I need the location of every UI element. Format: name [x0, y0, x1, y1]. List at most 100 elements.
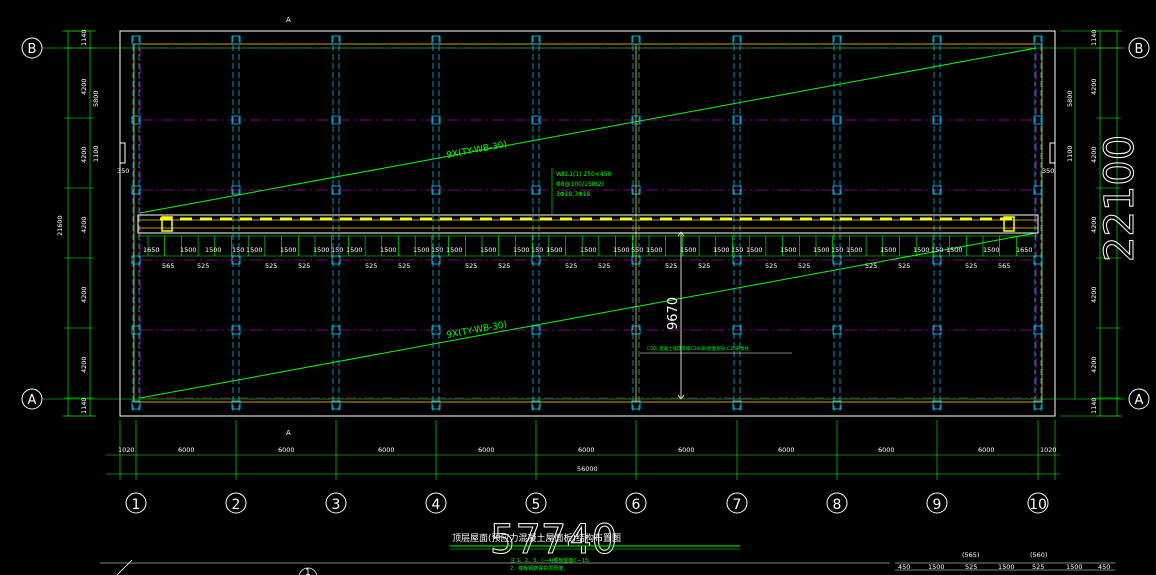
strip-dim: 1500 [446, 246, 463, 254]
strip-dim: 150 [431, 246, 443, 254]
detail-dim: 525 [1032, 563, 1044, 571]
left-inner-dim: 350 [117, 167, 129, 175]
strip-small-dim: 525 [665, 262, 677, 270]
left-dim: 4200 [80, 78, 88, 95]
right-dim: 4200 [1090, 146, 1098, 163]
bay-dim: 6000 [278, 446, 295, 454]
right-dim: 4200 [1090, 78, 1098, 95]
bottom-dims: 1020 6000 6000 6000 6000 6000 6000 6000 … [118, 446, 1057, 473]
left-dim: 1140 [80, 397, 88, 414]
total-width: 56000 [577, 465, 598, 473]
bay-dim: 6000 [978, 446, 995, 454]
left-inner-dim: 5800 [92, 90, 100, 107]
strip-small-dim: 525 [398, 262, 410, 270]
overall-height-big: 22100 [1097, 135, 1143, 262]
column-axis-label: 9 [933, 497, 942, 513]
left-dim-ticks [64, 30, 94, 417]
strip-dim: 1500 [713, 246, 730, 254]
strip-dim: 1500 [280, 246, 297, 254]
strip-small-dim: 525 [898, 262, 910, 270]
right-dim: 4200 [1090, 356, 1098, 373]
strip-edge-dim: 565 [998, 262, 1010, 270]
left-dim: 4200 [80, 146, 88, 163]
strip-end-right: 1650 [1016, 246, 1033, 254]
right-inner-dim: 350 [1042, 167, 1054, 175]
column-axis-label: 1 [132, 497, 141, 513]
strip-dim: 1500 [680, 246, 697, 254]
strip-dim: 1500 [205, 246, 222, 254]
strip-small-dim: 525 [565, 262, 577, 270]
building-outline [119, 30, 1056, 417]
strip-dim: 150 [232, 246, 244, 254]
strip-dim: 1500 [646, 246, 663, 254]
strip-dim: 1500 [880, 246, 897, 254]
slab-label-lower: 9X(TY-WB-30) [446, 320, 508, 341]
strip-dim: 1500 [546, 246, 563, 254]
right-dim: 4200 [1090, 216, 1098, 233]
strip-small-dim: 525 [965, 262, 977, 270]
strip-dim: 550 [631, 246, 643, 254]
strip-small-dim: 525 [698, 262, 710, 270]
vertical-dim-9670: 9670 [666, 231, 685, 400]
strip-dim: 1500 [246, 246, 263, 254]
right-dims: 1140 4200 4200 4200 4200 4200 1140 5800 … [1042, 29, 1098, 414]
bay-dim: 6000 [878, 446, 895, 454]
strip-small-dim: 525 [598, 262, 610, 270]
bay-dim: 6000 [578, 446, 595, 454]
beam-note-small: C50),混凝土强度等级C30(非)屋面部分,C30梁板柱 [647, 345, 750, 352]
beam-note-3: 3Φ18;3Φ18 [556, 191, 591, 198]
drawing-title: 顶层屋面(预应力混凝土屋面板)结构布置图 [452, 532, 621, 544]
bay-dim: 6000 [178, 446, 195, 454]
right-dim: 1140 [1090, 29, 1098, 46]
strip-small-dim: 525 [798, 262, 810, 270]
strip-small-dim: 525 [365, 262, 377, 270]
detail-dim: 1500 [928, 563, 945, 571]
strip-small-dim: 525 [865, 262, 877, 270]
row-axes: B A B A [21, 37, 1150, 410]
column-axis-label: 8 [833, 497, 842, 513]
row-axis-a-right: A [1135, 393, 1144, 408]
strip-dim: 150 [831, 246, 843, 254]
end-dim-right: 1020 [1040, 446, 1057, 454]
detail-dim: 450 [1098, 563, 1110, 571]
right-inner-dim: 1100 [1066, 145, 1074, 162]
strip-end-left: 1650 [143, 246, 160, 254]
left-inner-dim: 1100 [92, 145, 100, 162]
beam-note-2: Φ8@100/150(2) [556, 181, 604, 188]
column-axis-label: 3 [332, 497, 341, 513]
strip-dim: 1500 [746, 246, 763, 254]
strip-dim: 1500 [513, 246, 530, 254]
column-axis-label: 6 [632, 497, 641, 513]
detail-dim: 450 [898, 563, 910, 571]
beam-notes: WKL1(1) 250×450 Φ8@100/150(2) 3Φ18;3Φ18 … [556, 171, 750, 352]
strip-small-dim: 525 [265, 262, 277, 270]
beam-note-1: WKL1(1) 250×450 [556, 171, 612, 178]
strip-dim: 150 [931, 246, 943, 254]
column-axis-label: 7 [733, 497, 742, 513]
right-dim: 4200 [1090, 286, 1098, 303]
strip-dim: 1500 [983, 246, 1000, 254]
row-axis-b-right: B [1135, 42, 1144, 57]
structural-plan-drawing: 1650 1500 1500 150 1500 1500 1500 150 15… [21, 16, 1150, 575]
right-inner-dim: 5800 [1066, 90, 1074, 107]
strip-dim: 1500 [913, 246, 930, 254]
column-axis-label: 2 [232, 497, 241, 513]
bottom-right-detail: (565) (560) 450 1500 525 1500 525 1500 4… [895, 551, 1115, 571]
row-axis-b-left: B [28, 42, 37, 57]
column-axis-label: 5 [532, 497, 541, 513]
row-axis-a-left: A [28, 393, 37, 408]
left-total: 21600 [56, 215, 64, 236]
bottom-axis-label: 1 [305, 568, 311, 575]
bay-dim: 6000 [678, 446, 695, 454]
left-dim: 4200 [80, 286, 88, 303]
drawing-note-2: 2、楼板钢筋保护层厚度。 [510, 565, 568, 572]
strip-small-dim: 525 [498, 262, 510, 270]
column-lines [131, 35, 1043, 414]
strip-dim: 1500 [613, 246, 630, 254]
strip-dim: 150 [731, 246, 743, 254]
strip-edge-dim: 565 [162, 262, 174, 270]
bay-dim: 6000 [378, 446, 395, 454]
left-dim: 4200 [80, 356, 88, 373]
slab-diagonals [139, 47, 1037, 399]
detail-dim: 1500 [998, 563, 1015, 571]
